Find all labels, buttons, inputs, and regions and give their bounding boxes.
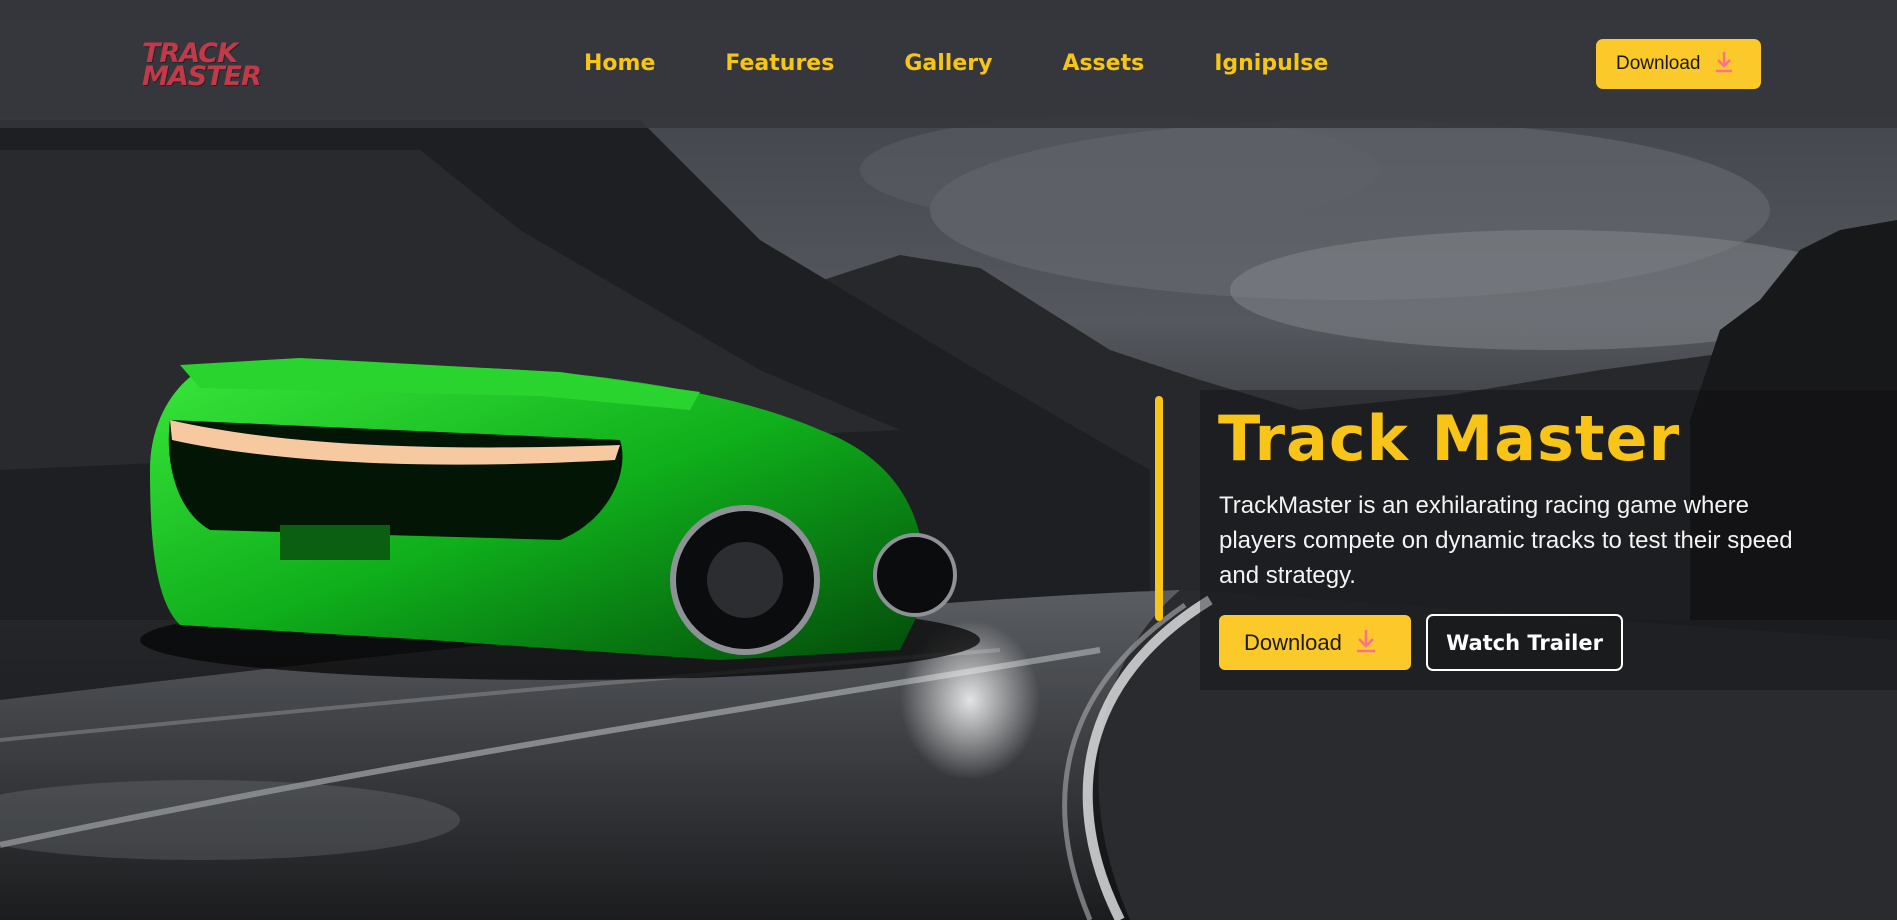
- nav-link-assets[interactable]: Assets: [1062, 48, 1144, 82]
- nav-download-button[interactable]: Download: [1596, 39, 1761, 89]
- hero-accent-bar: [1155, 396, 1163, 621]
- hero-description: TrackMaster is an exhilarating racing ga…: [1219, 492, 1793, 589]
- nav-link-gallery[interactable]: Gallery: [904, 48, 992, 82]
- nav-link-ignipulse[interactable]: Ignipulse: [1214, 48, 1328, 82]
- top-navbar: TRACK MASTER Home Features Gallery Asset…: [0, 0, 1897, 128]
- download-arrow-icon: [1356, 628, 1376, 658]
- hero-title: Track Master: [1218, 402, 1681, 475]
- nav-links: Home Features Gallery Assets Ignipulse: [584, 48, 1398, 82]
- nav-link-features[interactable]: Features: [725, 48, 834, 82]
- nav-download-label: Download: [1616, 53, 1701, 74]
- hero-download-button[interactable]: Download: [1219, 615, 1411, 670]
- nav-link-home[interactable]: Home: [584, 48, 655, 82]
- hero-download-label: Download: [1244, 629, 1342, 655]
- track-master-logo[interactable]: TRACK MASTER: [142, 40, 262, 92]
- download-arrow-icon: [1715, 50, 1733, 78]
- watch-trailer-button[interactable]: Watch Trailer: [1426, 614, 1623, 671]
- watch-trailer-label: Watch Trailer: [1446, 630, 1603, 655]
